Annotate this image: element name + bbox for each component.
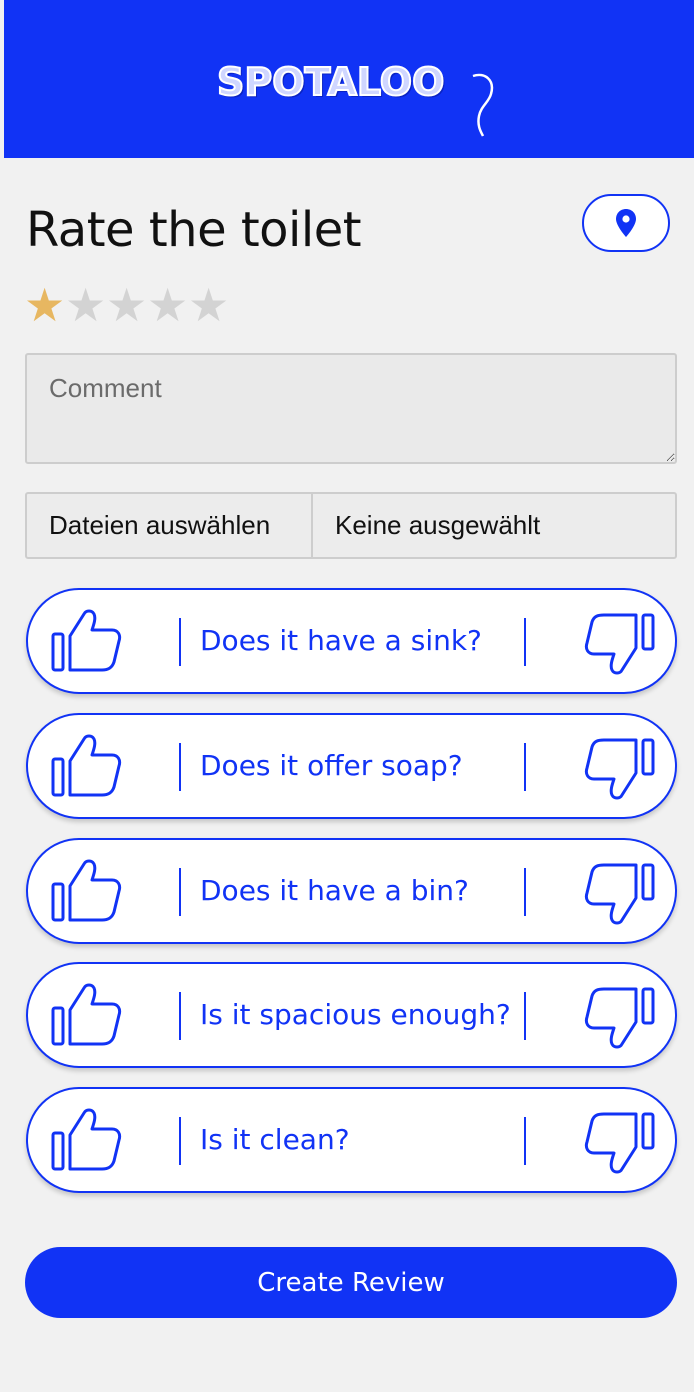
question-row: Is it clean? (26, 1087, 677, 1193)
logo-text: SPOTALOO (216, 59, 445, 105)
choose-files-button[interactable]: Dateien auswählen (27, 494, 313, 557)
star-2[interactable]: ★ (65, 282, 106, 328)
create-review-button[interactable]: Create Review (25, 1247, 677, 1318)
question-label: Is it spacious enough? (200, 998, 511, 1031)
thumbs-up-icon[interactable] (50, 856, 122, 924)
thumbs-up-icon[interactable] (50, 1105, 122, 1173)
star-rating[interactable]: ★ ★ ★ ★ ★ (24, 282, 229, 328)
thumbs-up-icon[interactable] (50, 606, 122, 674)
question-row: Does it offer soap? (26, 713, 677, 819)
thumbs-up-icon[interactable] (50, 731, 122, 799)
star-1[interactable]: ★ (24, 282, 65, 328)
file-status: Keine ausgewählt (335, 510, 541, 540)
question-label: Does it have a sink? (200, 624, 482, 657)
thumbs-down-icon[interactable] (584, 737, 656, 803)
thumbs-down-icon[interactable] (584, 986, 656, 1052)
location-button[interactable] (582, 194, 670, 252)
divider (179, 743, 181, 791)
thumbs-up-icon[interactable] (50, 980, 122, 1048)
file-upload[interactable]: Dateien auswählen Keine ausgewählt (25, 492, 677, 559)
spotaloo-logo[interactable]: SPOTALOO (216, 58, 497, 142)
question-row: Does it have a bin? (26, 838, 677, 944)
thumbs-down-icon[interactable] (584, 862, 656, 928)
star-3[interactable]: ★ (106, 282, 147, 328)
divider (524, 743, 526, 791)
question-label: Is it clean? (200, 1123, 350, 1156)
map-pin-icon (616, 209, 636, 237)
divider (179, 1117, 181, 1165)
divider (524, 1117, 526, 1165)
thumbs-down-icon[interactable] (584, 1111, 656, 1177)
divider (524, 868, 526, 916)
divider (524, 618, 526, 666)
star-5[interactable]: ★ (188, 282, 229, 328)
logo-drip-icon (472, 73, 494, 137)
question-label: Does it offer soap? (200, 749, 463, 782)
question-label: Does it have a bin? (200, 874, 469, 907)
app-header: SPOTALOO (4, 0, 694, 158)
question-row: Is it spacious enough? (26, 962, 677, 1068)
star-4[interactable]: ★ (147, 282, 188, 328)
comment-input[interactable] (25, 353, 677, 464)
thumbs-down-icon[interactable] (584, 612, 656, 678)
divider (179, 868, 181, 916)
page-title: Rate the toilet (26, 202, 362, 258)
divider (524, 992, 526, 1040)
divider (179, 618, 181, 666)
question-row: Does it have a sink? (26, 588, 677, 694)
divider (179, 992, 181, 1040)
